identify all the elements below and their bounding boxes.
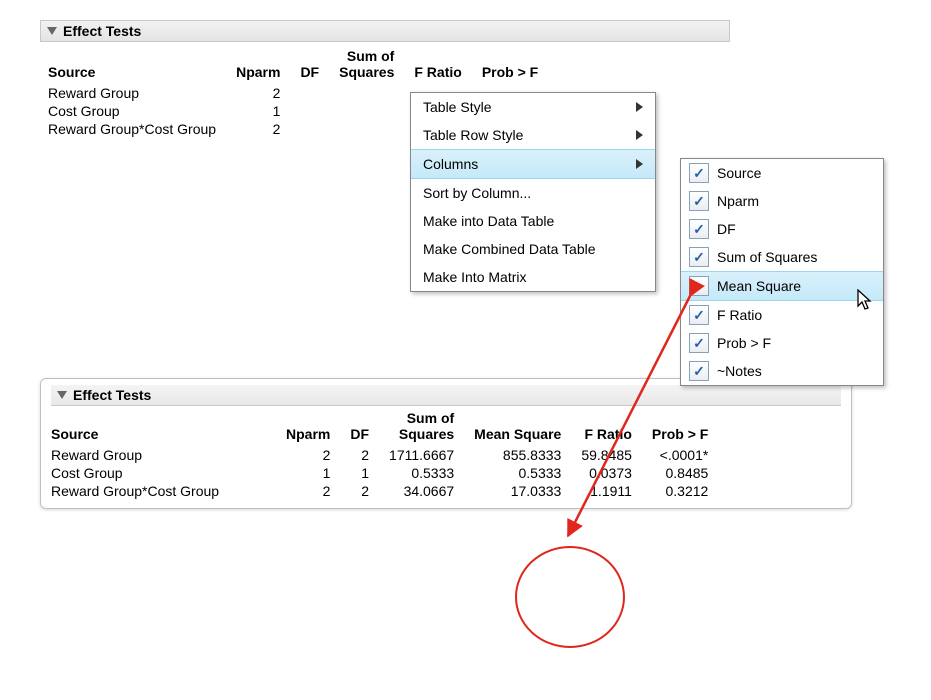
menu-item-make-combined-table[interactable]: Make Combined Data Table [411, 235, 655, 263]
col-nparm[interactable]: Nparm [276, 410, 340, 446]
menu-item-make-data-table[interactable]: Make into Data Table [411, 207, 655, 235]
col-fratio[interactable]: F Ratio [571, 410, 642, 446]
submenu-item-sum-of-squares[interactable]: ✓ Sum of Squares [681, 243, 883, 271]
checkbox-icon[interactable]: ✓ [689, 163, 709, 183]
chevron-right-icon [636, 102, 643, 112]
menu-item-table-style[interactable]: Table Style [411, 93, 655, 121]
table-row[interactable]: Reward Group 2 2 1711.6667 855.8333 59.8… [51, 446, 718, 464]
table-row[interactable]: Cost Group 1 1 0.5333 0.5333 0.0373 0.84… [51, 464, 718, 482]
panel-title: Effect Tests [73, 387, 151, 403]
submenu-item-notes[interactable]: ✓ ~Notes [681, 357, 883, 385]
col-probf[interactable]: Prob > F [642, 410, 718, 446]
checkbox-icon[interactable] [689, 276, 709, 296]
top-effect-tests-panel: Effect Tests Source Nparm DF Sum of Squa… [40, 20, 730, 138]
context-menu: Table Style Table Row Style Columns Sort… [410, 92, 656, 292]
checkbox-icon[interactable]: ✓ [689, 191, 709, 211]
disclosure-triangle-icon[interactable] [47, 27, 57, 35]
col-sum-sq[interactable]: Sum of Squares [329, 48, 404, 84]
panel-header[interactable]: Effect Tests [51, 385, 841, 406]
chevron-right-icon [636, 130, 643, 140]
checkbox-icon[interactable]: ✓ [689, 333, 709, 353]
submenu-item-mean-square[interactable]: Mean Square [681, 271, 883, 301]
submenu-item-source[interactable]: ✓ Source [681, 159, 883, 187]
submenu-item-f-ratio[interactable]: ✓ F Ratio [681, 301, 883, 329]
menu-item-sort-by-column[interactable]: Sort by Column... [411, 179, 655, 207]
panel-title: Effect Tests [63, 23, 141, 39]
col-df[interactable]: DF [290, 48, 329, 84]
col-df[interactable]: DF [340, 410, 379, 446]
col-mean-sq[interactable]: Mean Square [464, 410, 571, 446]
table-row[interactable]: Reward Group*Cost Group 2 2 34.0667 17.0… [51, 482, 718, 500]
col-nparm[interactable]: Nparm [226, 48, 290, 84]
col-source[interactable]: Source [48, 48, 226, 84]
columns-submenu: ✓ Source ✓ Nparm ✓ DF ✓ Sum of Squares M… [680, 158, 884, 386]
table-header-row: Source Nparm DF Sum of Squares F Ratio P… [48, 48, 548, 84]
chevron-right-icon [636, 159, 643, 169]
submenu-item-nparm[interactable]: ✓ Nparm [681, 187, 883, 215]
table-header-row: Source Nparm DF Sum of Squares Mean Squa… [51, 410, 718, 446]
menu-item-columns[interactable]: Columns [411, 149, 655, 179]
panel-header[interactable]: Effect Tests [40, 20, 730, 42]
submenu-item-df[interactable]: ✓ DF [681, 215, 883, 243]
checkbox-icon[interactable]: ✓ [689, 247, 709, 267]
menu-item-table-row-style[interactable]: Table Row Style [411, 121, 655, 149]
bottom-effect-tests-panel: Effect Tests Source Nparm DF Sum of Squa… [40, 378, 852, 509]
checkbox-icon[interactable]: ✓ [689, 361, 709, 381]
checkbox-icon[interactable]: ✓ [689, 219, 709, 239]
col-fratio[interactable]: F Ratio [404, 48, 471, 84]
col-sum-sq[interactable]: Sum of Squares [379, 410, 464, 446]
menu-item-make-into-matrix[interactable]: Make Into Matrix [411, 263, 655, 291]
col-source[interactable]: Source [51, 410, 276, 446]
submenu-item-prob-f[interactable]: ✓ Prob > F [681, 329, 883, 357]
callout-circle-icon [516, 547, 624, 647]
col-probf[interactable]: Prob > F [472, 48, 548, 84]
checkbox-icon[interactable]: ✓ [689, 305, 709, 325]
disclosure-triangle-icon[interactable] [57, 391, 67, 399]
